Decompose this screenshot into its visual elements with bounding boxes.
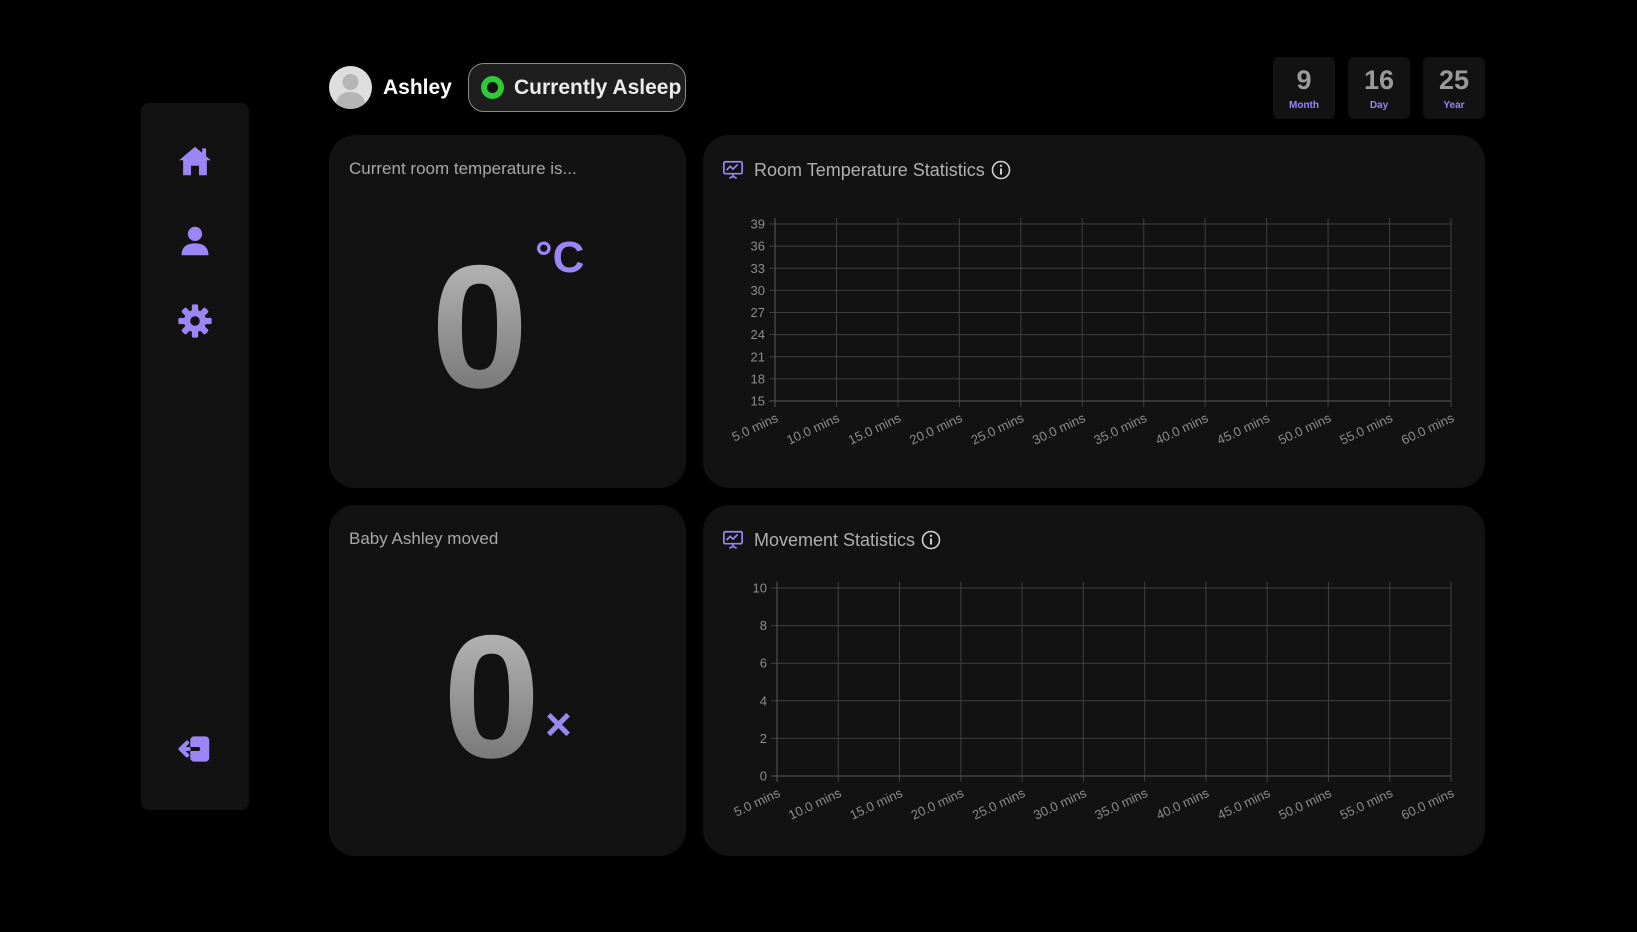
x-tick-label: 55.0 mins bbox=[1337, 410, 1395, 448]
x-tick-label: 40.0 mins bbox=[1153, 410, 1211, 448]
x-tick-label: 30.0 mins bbox=[1030, 410, 1088, 448]
logout-icon[interactable] bbox=[176, 730, 214, 768]
user-profile: Ashley bbox=[329, 66, 452, 109]
x-tick-label: 15.0 mins bbox=[846, 410, 904, 448]
sleep-status-badge: Currently Asleep bbox=[468, 63, 686, 112]
month-value: 9 bbox=[1296, 65, 1312, 95]
x-tick-label: 45.0 mins bbox=[1214, 410, 1272, 448]
y-tick-label: 2 bbox=[760, 731, 767, 746]
y-tick-label: 24 bbox=[751, 327, 765, 342]
temperature-card: Current room temperature is... 0 °C bbox=[329, 135, 686, 488]
y-tick-label: 0 bbox=[760, 769, 767, 784]
x-tick-label: 35.0 mins bbox=[1092, 410, 1150, 448]
movement-chart: 0 2 4 6 8 10 5.0 mins 10.0 mins 15.0 mins 20.0 mi… bbox=[731, 581, 1457, 823]
x-tick-label: 20.0 mins bbox=[907, 410, 965, 448]
y-tick-label: 30 bbox=[751, 283, 765, 298]
date-day: 16 Day bbox=[1348, 57, 1410, 119]
status-indicator-icon bbox=[481, 76, 504, 99]
x-tick-label: 25.0 mins bbox=[969, 410, 1027, 448]
day-label: Day bbox=[1369, 100, 1389, 111]
y-tick-label: 33 bbox=[751, 261, 765, 276]
user-name: Ashley bbox=[383, 75, 452, 99]
movement-card: Baby Ashley moved 0 × bbox=[329, 505, 686, 856]
x-tick-label: 45.0 mins bbox=[1215, 785, 1273, 823]
y-tick-label: 18 bbox=[751, 371, 765, 386]
year-value: 25 bbox=[1438, 65, 1470, 95]
year-label: Year bbox=[1443, 100, 1465, 111]
x-tick-label: 55.0 mins bbox=[1338, 785, 1396, 823]
x-tick-label: 5.0 mins bbox=[729, 410, 780, 445]
movement-value: 0 bbox=[443, 600, 541, 795]
x-tick-label: 30.0 mins bbox=[1031, 785, 1089, 823]
movement-chart-card: Movement Statistics 0 2 4 6 8 10 5.0 mins 10.0 … bbox=[703, 505, 1485, 856]
y-tick-label: 27 bbox=[751, 305, 765, 320]
y-tick-label: 15 bbox=[751, 394, 765, 409]
x-tick-label: 60.0 mins bbox=[1399, 785, 1457, 823]
temperature-value: 0 bbox=[431, 230, 529, 425]
gear-icon[interactable] bbox=[176, 302, 214, 340]
temperature-unit: °C bbox=[535, 233, 585, 282]
status-text: Currently Asleep bbox=[514, 75, 682, 99]
x-tick-label: 20.0 mins bbox=[909, 785, 967, 823]
home-icon[interactable] bbox=[176, 142, 214, 180]
user-icon[interactable] bbox=[176, 222, 214, 260]
x-tick-label: 60.0 mins bbox=[1399, 410, 1457, 448]
y-tick-label: 4 bbox=[760, 693, 767, 708]
x-tick-label: 50.0 mins bbox=[1276, 785, 1334, 823]
date-year: 25 Year bbox=[1423, 57, 1485, 119]
y-tick-label: 39 bbox=[751, 217, 765, 232]
y-tick-label: 10 bbox=[753, 581, 767, 596]
y-tick-label: 8 bbox=[760, 618, 767, 633]
x-tick-label: 10.0 mins bbox=[786, 785, 844, 823]
y-tick-label: 6 bbox=[760, 656, 767, 671]
sidebar bbox=[141, 103, 249, 810]
day-value: 16 bbox=[1363, 65, 1395, 95]
temperature-chart-card: Room Temperature Statistics 15 18 21 24 27 30… bbox=[703, 135, 1485, 488]
movement-unit: × bbox=[545, 698, 572, 750]
x-tick-label: 25.0 mins bbox=[970, 785, 1028, 823]
avatar[interactable] bbox=[329, 66, 372, 109]
x-tick-label: 10.0 mins bbox=[784, 410, 842, 448]
temperature-chart: 15 18 21 24 27 30 33 36 39 5.0 mins 10.0 mins 15.0 … bbox=[729, 217, 1457, 448]
y-tick-label: 36 bbox=[751, 239, 765, 254]
temperature-card-title: Current room temperature is... bbox=[349, 159, 577, 178]
x-tick-label: 35.0 mins bbox=[1092, 785, 1150, 823]
month-label: Month bbox=[1289, 100, 1319, 111]
x-tick-label: 15.0 mins bbox=[847, 785, 905, 823]
x-tick-label: 5.0 mins bbox=[731, 785, 782, 820]
x-tick-label: 40.0 mins bbox=[1154, 785, 1212, 823]
y-tick-label: 21 bbox=[751, 349, 765, 364]
movement-card-title: Baby Ashley moved bbox=[349, 529, 499, 548]
x-tick-label: 50.0 mins bbox=[1276, 410, 1334, 448]
date-month: 9 Month bbox=[1273, 57, 1335, 119]
